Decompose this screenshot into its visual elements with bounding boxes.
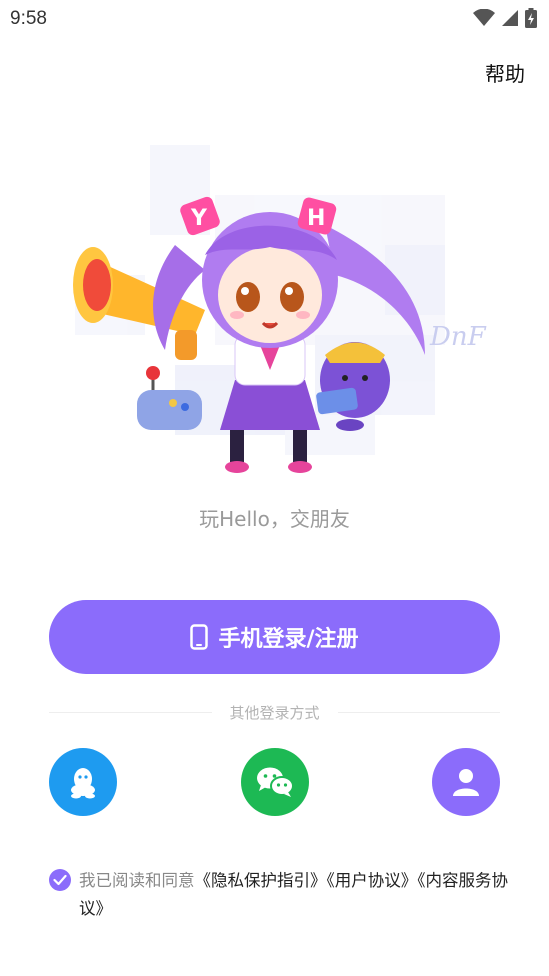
phone-login-label: 手机登录/注册 [218,627,359,652]
status-bar: 9:58 [0,0,549,38]
hero-illustration: DnF Y H [73,145,487,473]
phone-icon [190,624,209,650]
status-icons [473,8,537,28]
hair-letter-y: Y [190,206,208,231]
other-login-divider: 其他登录方式 [49,700,501,724]
divider-line-left [49,711,212,713]
wifi-icon [473,9,495,26]
phone-login-button[interactable]: 手机登录/注册 [49,600,500,674]
help-link[interactable]: 帮助 [485,58,525,87]
agreement-prefix: 我已阅读和同意 [79,871,195,890]
hair-letter-h: H [307,206,325,231]
tagline: 玩Hello，交朋友 [199,507,350,531]
privacy-policy-link[interactable]: 《隐私保护指引》 [195,871,327,890]
wechat-icon [257,767,294,797]
other-login-label: 其他登录方式 [229,703,320,722]
watermark-text: DnF [429,322,487,352]
user-icon [453,769,479,796]
agreement-row: 我已阅读和同意《隐私保护指引》《用户协议》《内容服务协议》 [49,867,509,923]
user-agreement-link[interactable]: 《用户协议》 [327,871,418,890]
qq-penguin-icon [71,768,95,799]
qq-login-button[interactable] [49,748,117,816]
battery-charging-icon [525,8,537,28]
wechat-login-button[interactable] [241,748,309,816]
status-time: 9:58 [10,8,47,29]
signal-icon [502,10,518,26]
check-icon [53,874,67,886]
account-login-button[interactable] [432,748,500,816]
agreement-text: 我已阅读和同意《隐私保护指引》《用户协议》《内容服务协议》 [79,867,509,923]
agreement-checkbox[interactable] [49,869,71,891]
divider-line-right [337,711,501,713]
